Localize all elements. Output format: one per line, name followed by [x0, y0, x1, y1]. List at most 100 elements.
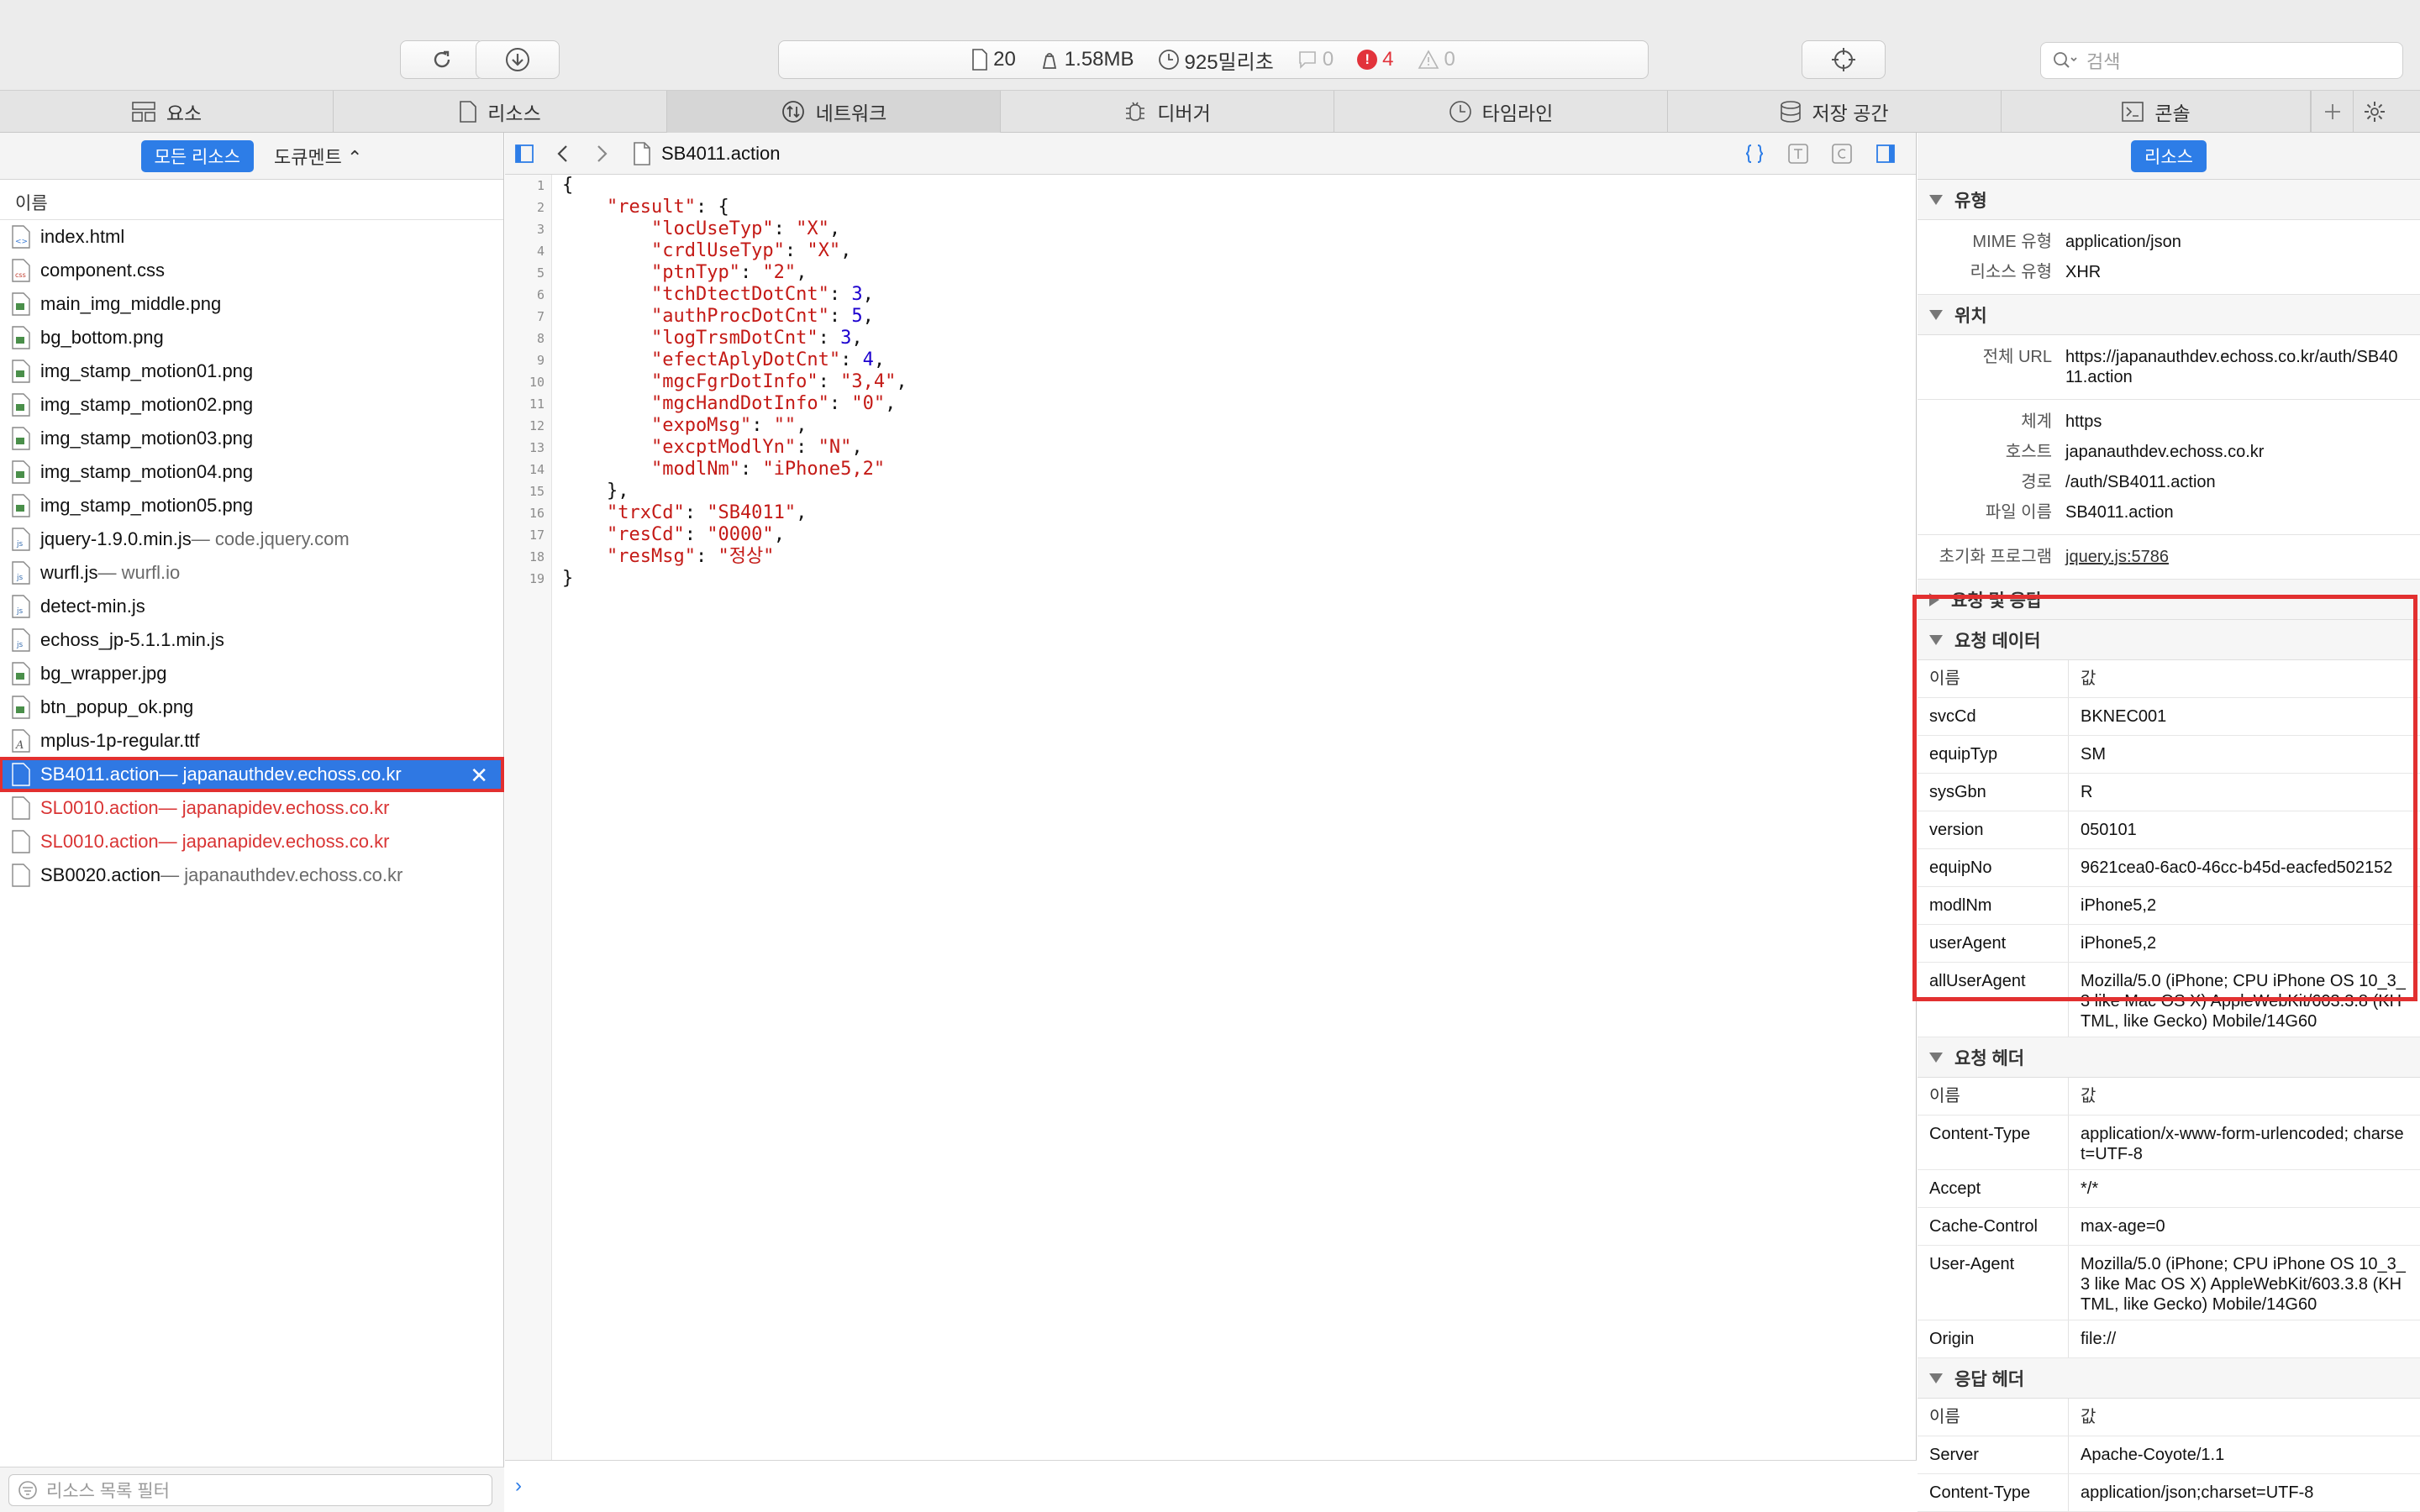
resource-row[interactable]: js detect-min.js — [0, 590, 503, 623]
resource-row[interactable]: js jquery-1.9.0.min.js — code.jquery.com — [0, 522, 503, 556]
resource-row[interactable]: SB4011.action — japanauthdev.echoss.co.k… — [0, 757, 504, 792]
tab-console[interactable]: 콘솔 — [2002, 91, 2311, 133]
resource-row[interactable]: img_stamp_motion01.png — [0, 354, 503, 388]
all-resources-button[interactable]: 모든 리소스 — [140, 139, 254, 172]
request-data-row[interactable]: modlNm iPhone5,2 — [1918, 887, 2420, 925]
svg-text:js: js — [16, 641, 24, 649]
load-time-stat: 925밀리초 — [1158, 45, 1274, 75]
tab-debugger[interactable]: 디버거 — [1001, 91, 1334, 133]
tab-label: 네트워크 — [815, 102, 887, 124]
code-line: "modlNm": "iPhone5,2" — [650, 459, 886, 480]
warnings-stat[interactable]: 0 — [1418, 48, 1455, 71]
request-header-row[interactable]: Accept */* — [1918, 1170, 2420, 1208]
warning-count: 0 — [1444, 48, 1455, 71]
document-type-select[interactable]: 도큐멘트 ⌃ — [274, 143, 363, 170]
initiator-link[interactable]: jquery.js:5786 — [2065, 547, 2402, 567]
line-number: 19 — [529, 571, 544, 586]
tab-storage[interactable]: 저장 공간 — [1668, 91, 2002, 133]
forward-button[interactable] — [582, 133, 621, 175]
row-value: application/x-www-form-urlencoded; chars… — [2081, 1125, 2404, 1163]
resource-row[interactable]: Amplus-1p-regular.ttf — [0, 724, 503, 758]
row-value: */* — [2081, 1179, 2099, 1198]
value-column-header[interactable]: 값 — [2069, 1078, 2420, 1115]
braces-icon — [1745, 144, 1764, 163]
resource-row[interactable]: img_stamp_motion05.png — [0, 489, 503, 522]
errors-stat[interactable]: ! 4 — [1357, 48, 1394, 71]
resource-row[interactable]: bg_wrapper.jpg — [0, 657, 503, 690]
resource-list-panel: 모든 리소스 도큐멘트 ⌃ 이름 <> index.html css componen… — [0, 133, 504, 1512]
resource-row[interactable]: img_stamp_motion02.png — [0, 388, 503, 422]
request-data-row[interactable]: equipTyp SM — [1918, 736, 2420, 774]
request-header-row[interactable]: Origin file:// — [1918, 1320, 2420, 1358]
sidebar-toggle-right-button[interactable] — [1864, 133, 1907, 175]
resource-row[interactable]: SL0010.action — japanapidev.echoss.co.kr — [0, 825, 503, 858]
status-summary[interactable]: 20 1.58MB 925밀리초 0 ! 4 0 — [778, 40, 1649, 79]
storage-icon — [1781, 101, 1802, 123]
type-section-header[interactable]: 유형 — [1918, 180, 2420, 220]
request-response-section-header[interactable]: 요청 및 응답 — [1918, 580, 2420, 620]
copy-view-button[interactable] — [1820, 133, 1864, 175]
row-value: Mozilla/5.0 (iPhone; CPU iPhone OS 10_3_… — [2081, 972, 2406, 1031]
row-name: equipTyp — [1918, 736, 2069, 773]
request-data-row[interactable]: userAgent iPhone5,2 — [1918, 925, 2420, 963]
request-data-row[interactable]: svcCd BKNEC001 — [1918, 698, 2420, 736]
name-column-header[interactable]: 이름 — [1918, 660, 2069, 697]
resource-row[interactable]: js echoss_jp-5.1.1.min.js — [0, 623, 503, 657]
code-line: { — [562, 175, 574, 196]
response-header-row[interactable]: Server Apache-Coyote/1.1 — [1918, 1436, 2420, 1474]
response-header-row[interactable]: Content-Type application/json;charset=UTF… — [1918, 1474, 2420, 1512]
request-data-row[interactable]: allUserAgent Mozilla/5.0 (iPhone; CPU iPh… — [1918, 963, 2420, 1037]
message-count: 0 — [1322, 48, 1334, 71]
inspect-target-button[interactable] — [1802, 40, 1886, 79]
settings-button[interactable] — [2353, 91, 2395, 133]
resource-row[interactable]: img_stamp_motion04.png — [0, 455, 503, 489]
tab-resources[interactable]: 리소스 — [334, 91, 667, 133]
network-icon — [781, 101, 804, 123]
reload-button[interactable] — [400, 40, 484, 79]
resource-row[interactable]: css component.css — [0, 254, 503, 287]
search-input[interactable]: 검색 — [2040, 42, 2403, 79]
resource-row[interactable]: js wurfl.js — wurfl.io — [0, 556, 503, 590]
pretty-print-button[interactable] — [1733, 133, 1776, 175]
resource-filter-input[interactable]: 리소스 목록 필터 — [8, 1474, 492, 1506]
resource-row[interactable]: main_img_middle.png — [0, 287, 503, 321]
name-column-header[interactable]: 이름 — [1918, 1399, 2069, 1436]
request-data-row[interactable]: sysGbn R — [1918, 774, 2420, 811]
request-headers-section-header[interactable]: 요청 헤더 — [1918, 1037, 2420, 1078]
response-headers-section-header[interactable]: 응답 헤더 — [1918, 1358, 2420, 1399]
name-column-header[interactable]: 이름 — [0, 180, 503, 220]
value-column-header[interactable]: 값 — [2069, 1399, 2420, 1436]
resource-row[interactable]: SB0020.action — japanauthdev.echoss.co.k… — [0, 858, 503, 892]
name-column-header[interactable]: 이름 — [1918, 1078, 2069, 1115]
resource-row[interactable]: img_stamp_motion03.png — [0, 422, 503, 455]
request-header-row[interactable]: Content-Type application/x-www-form-urlen… — [1918, 1116, 2420, 1170]
tab-elements[interactable]: 요소 — [0, 91, 334, 133]
viewer-mode-buttons — [1733, 133, 1907, 175]
request-data-row[interactable]: version 050101 — [1918, 811, 2420, 849]
quick-console[interactable]: › — [505, 1460, 1917, 1512]
tab-network[interactable]: 네트워크 — [667, 91, 1001, 133]
request-header-row[interactable]: User-Agent Mozilla/5.0 (iPhone; CPU iPhon… — [1918, 1246, 2420, 1320]
resources-details-tab[interactable]: 리소스 — [2131, 139, 2207, 172]
resource-row[interactable]: btn_popup_ok.png — [0, 690, 503, 724]
back-button[interactable] — [544, 133, 582, 175]
request-data-section-header[interactable]: 요청 데이터 — [1918, 620, 2420, 660]
line-number: 13 — [529, 440, 544, 455]
tab-timeline[interactable]: 타임라인 — [1334, 91, 1668, 133]
request-header-row[interactable]: Cache-Control max-age=0 — [1918, 1208, 2420, 1246]
resource-row[interactable]: bg_bottom.png — [0, 321, 503, 354]
value-column-header[interactable]: 값 — [2069, 660, 2420, 697]
resource-row[interactable]: SL0010.action — japanapidev.echoss.co.kr — [0, 791, 503, 825]
line-number: 8 — [536, 331, 544, 346]
resource-row[interactable]: <> index.html — [0, 220, 503, 254]
location-section-header[interactable]: 위치 — [1918, 295, 2420, 335]
messages-stat[interactable]: 0 — [1297, 48, 1334, 71]
request-data-row[interactable]: equipNo 9621cea0-6ac0-46cc-b45d-eacfed502… — [1918, 849, 2420, 887]
code-view[interactable]: 1 2 3 4 5 6 7 8 9 10 11 12 13 14 15 16 17 18 19 { "result"… — [505, 175, 1916, 1502]
close-icon[interactable]: ✕ — [470, 763, 488, 789]
add-tab-button[interactable] — [2311, 91, 2353, 133]
sidebar-toggle-left-button[interactable] — [505, 133, 544, 175]
search-placeholder: 검색 — [2086, 51, 2121, 72]
text-view-button[interactable] — [1776, 133, 1820, 175]
download-button[interactable] — [476, 40, 560, 79]
